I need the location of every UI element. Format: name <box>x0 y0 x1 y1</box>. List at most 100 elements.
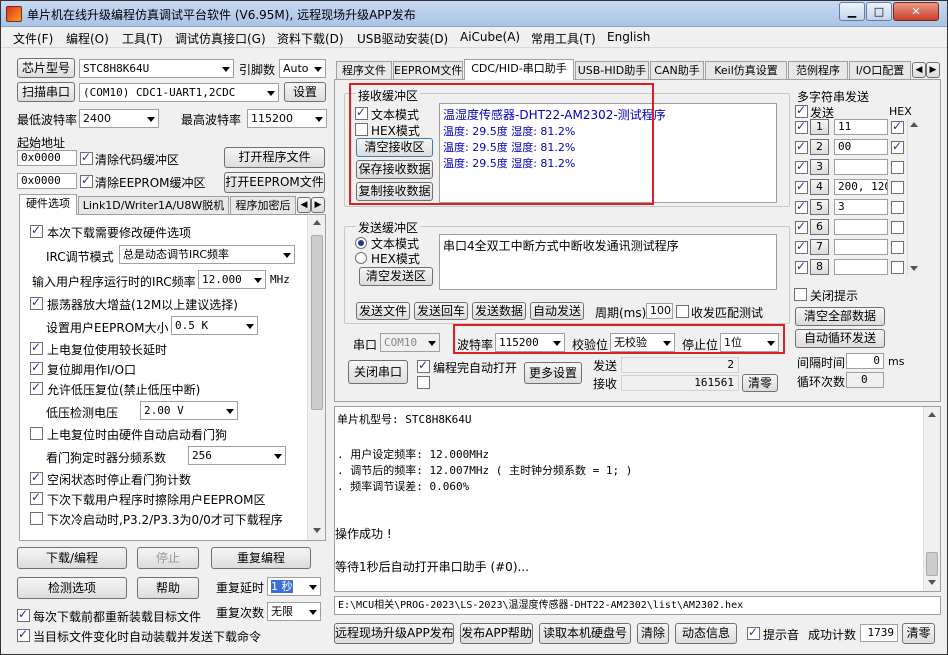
publish-app-button[interactable]: 远程现场升级APP发布 <box>334 623 454 644</box>
close-hint-checkbox[interactable] <box>794 288 807 301</box>
multi-row-send-button[interactable]: 8 <box>810 259 829 275</box>
repeat-program-button[interactable]: 重复编程 <box>211 547 311 569</box>
multi-row-send-button[interactable]: 7 <box>810 239 829 255</box>
port-settings-button[interactable]: 设置 <box>284 82 326 102</box>
menu-program[interactable]: 编程(O) <box>66 30 109 47</box>
multi-row-send-button[interactable]: 6 <box>810 219 829 235</box>
minimize-button[interactable]: ▁ <box>839 2 865 21</box>
menu-tools[interactable]: 工具(T) <box>122 30 163 47</box>
code-start-address-input[interactable]: 0x0000 <box>17 150 77 166</box>
wdt-prescale-select[interactable]: 256 <box>188 446 286 465</box>
interval-input[interactable]: 0 <box>846 353 884 369</box>
menu-aicube[interactable]: AiCube(A) <box>460 30 520 44</box>
multi-row-input[interactable] <box>834 159 888 175</box>
osc-gain-checkbox[interactable] <box>30 295 43 310</box>
clear-send-button[interactable]: 清空发送区 <box>359 267 433 286</box>
menu-debug[interactable]: 调试仿真接口(G) <box>175 30 266 47</box>
long-reset-delay-checkbox[interactable] <box>30 340 43 355</box>
multi-row-send-button[interactable]: 4 <box>810 179 829 195</box>
idle-stop-wdt-checkbox[interactable] <box>30 470 43 485</box>
lv-detect-select[interactable]: 2.00 V <box>140 401 238 420</box>
tab-keil-settings[interactable]: Keil仿真设置 <box>705 61 787 80</box>
send-textarea[interactable]: 串口4全双工中断方式中断收发通讯测试程序 <box>439 234 777 290</box>
send-text-mode-radio[interactable] <box>355 237 367 249</box>
close-button[interactable]: ✕ <box>893 2 939 21</box>
tab-scroll-right[interactable]: ▶ <box>311 197 325 213</box>
tab-offline-writer[interactable]: Link1D/Writer1A/U8W脱机 <box>78 196 229 215</box>
multi-row-send-button[interactable]: 3 <box>810 159 829 175</box>
menu-usb-driver[interactable]: USB驱动安装(D) <box>357 30 448 47</box>
hw-watchdog-checkbox[interactable] <box>30 427 43 440</box>
multi-send-scrollbar[interactable] <box>907 118 919 276</box>
eeprom-start-address-input[interactable]: 0x0000 <box>17 173 77 189</box>
send-data-button[interactable]: 发送数据 <box>472 302 526 320</box>
send-hex-mode-radio[interactable] <box>355 252 367 264</box>
multi-row-enable-checkbox[interactable] <box>795 119 808 134</box>
modify-hw-checkbox[interactable] <box>30 223 43 238</box>
clear-all-data-button[interactable]: 清空全部数据 <box>795 307 885 326</box>
multi-row-hex-checkbox[interactable] <box>891 201 904 214</box>
scan-port-button[interactable]: 扫描串口 <box>17 82 75 102</box>
send-enter-button[interactable]: 发送回车 <box>414 302 468 320</box>
auto-loop-send-button[interactable]: 自动循环发送 <box>795 329 885 348</box>
close-port-button[interactable]: 关闭串口 <box>348 360 408 384</box>
tab-hardware-options[interactable]: 硬件选项 <box>19 194 77 215</box>
multi-row-hex-checkbox[interactable] <box>891 161 904 174</box>
multi-row-input[interactable]: 200, 120, <box>834 179 888 195</box>
open-program-file-button[interactable]: 打开程序文件 <box>224 147 325 168</box>
multi-row-input[interactable] <box>834 259 888 275</box>
output-log[interactable]: 单片机型号: STC8H8K64U . 用户设定频率: 12.000MHz . … <box>334 406 941 592</box>
tab-scroll-right[interactable]: ▶ <box>926 62 940 78</box>
open-eeprom-file-button[interactable]: 打开EEPROM文件 <box>224 172 325 193</box>
multi-row-send-button[interactable]: 1 <box>810 119 829 135</box>
scroll-thumb[interactable] <box>311 235 323 410</box>
multi-row-input[interactable] <box>834 239 888 255</box>
low-voltage-reset-checkbox[interactable] <box>30 380 43 395</box>
tab-usb-hid[interactable]: USB-HID助手 <box>575 61 649 80</box>
multi-row-hex-checkbox[interactable] <box>891 241 904 254</box>
log-scrollbar[interactable] <box>923 407 940 591</box>
multi-row-enable-checkbox[interactable] <box>795 199 808 214</box>
com-port-select[interactable]: (COM10) CDC1-UART1,2CDC <box>79 83 279 102</box>
stop-button[interactable]: 停止 <box>137 547 199 569</box>
options-scrollbar[interactable] <box>307 215 325 540</box>
reload-before-download-checkbox[interactable] <box>17 607 30 622</box>
clear-counts-button[interactable]: 清零 <box>742 374 778 392</box>
menu-file[interactable]: 文件(F) <box>13 30 53 47</box>
send-file-button[interactable]: 发送文件 <box>356 302 410 320</box>
tab-scroll-left[interactable]: ◀ <box>297 197 311 213</box>
multi-row-enable-checkbox[interactable] <box>795 219 808 234</box>
menu-download[interactable]: 资料下载(D) <box>277 30 344 47</box>
period-input[interactable]: 100 <box>646 303 673 319</box>
tab-scroll-left[interactable]: ◀ <box>912 62 926 78</box>
reset-success-button[interactable]: 清零 <box>902 623 935 644</box>
auto-open-checkbox[interactable] <box>417 358 430 373</box>
multi-row-input[interactable]: 3 <box>834 199 888 215</box>
publish-help-button[interactable]: 发布APP帮助 <box>460 623 533 644</box>
multi-row-input[interactable]: 00 <box>834 139 888 155</box>
download-program-button[interactable]: 下载/编程 <box>17 547 127 569</box>
tab-program-file[interactable]: 程序文件 <box>336 61 392 80</box>
dynamic-info-button[interactable]: 动态信息 <box>675 623 737 644</box>
clear-code-checkbox[interactable] <box>80 150 93 165</box>
multi-row-hex-checkbox[interactable] <box>891 221 904 234</box>
read-disk-id-button[interactable]: 读取本机硬盘号 <box>539 623 631 644</box>
serial-port-select[interactable]: COM10 <box>380 333 440 352</box>
multi-row-hex-checkbox[interactable] <box>891 181 904 194</box>
multi-row-enable-checkbox[interactable] <box>795 259 808 274</box>
match-test-checkbox[interactable] <box>676 305 689 318</box>
auto-send-button[interactable]: 自动发送 <box>530 302 584 320</box>
multi-row-input[interactable]: 11 <box>834 119 888 135</box>
tab-eeprom-file[interactable]: EEPROM文件 <box>393 61 463 80</box>
multi-row-enable-checkbox[interactable] <box>795 239 808 254</box>
auto-end-checkbox[interactable] <box>417 376 430 389</box>
erase-eeprom-checkbox[interactable] <box>30 490 43 505</box>
min-baud-select[interactable]: 2400 <box>79 109 159 128</box>
auto-reload-on-change-checkbox[interactable] <box>17 627 30 642</box>
max-baud-select[interactable]: 115200 <box>247 109 327 128</box>
help-button[interactable]: 帮助 <box>137 577 199 599</box>
scroll-thumb[interactable] <box>926 552 938 576</box>
multi-send-all-checkbox[interactable] <box>795 103 808 118</box>
tab-can[interactable]: CAN助手 <box>650 61 704 80</box>
clear-log-button[interactable]: 清除 <box>637 623 669 644</box>
